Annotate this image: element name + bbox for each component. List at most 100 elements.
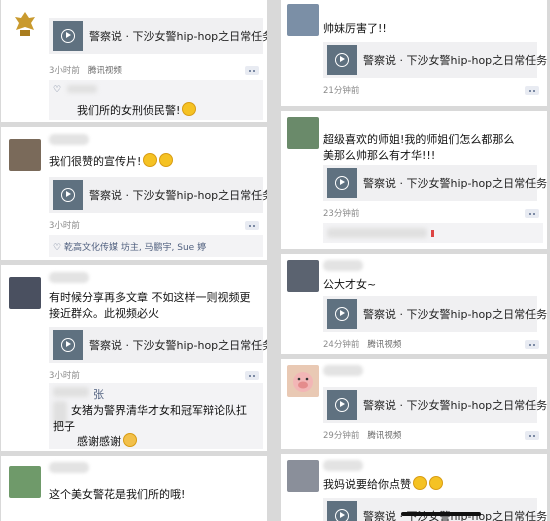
play-icon — [61, 29, 75, 43]
post-text-line: 美那么帅那么有才华!!! — [323, 149, 436, 162]
grin-emoji-icon — [143, 153, 158, 167]
grin-emoji-icon — [182, 102, 197, 116]
video-thumbnail — [327, 390, 357, 420]
post-time: 21分钟前 — [323, 86, 360, 96]
post-time: 24分钟前 — [323, 340, 360, 350]
video-link-card[interactable]: 警察说 · 下沙女警hip-hop之日常任务 — [323, 387, 547, 423]
video-thumbnail — [327, 168, 357, 198]
reply-name: 张 — [93, 388, 104, 401]
avatar[interactable] — [287, 117, 319, 149]
likes-row: ♡ — [53, 85, 61, 95]
avatar[interactable] — [9, 277, 41, 309]
golden-statue-icon — [15, 12, 35, 36]
grin-emoji-icon — [159, 153, 174, 167]
avatar[interactable] — [9, 8, 41, 40]
post-time: 3小时前 — [49, 221, 80, 231]
comment-area: ♡ 我们所的女刑侦民警! — [49, 80, 263, 120]
video-link-card[interactable]: 警察说 · 下沙女警hip-hop之日常任务 — [323, 296, 547, 332]
post-time: 23分钟前 — [323, 209, 360, 219]
avatar[interactable] — [9, 139, 41, 171]
post-source[interactable]: 腾讯视频 — [367, 340, 401, 350]
post-text-line: 超级喜欢的师姐!我的师姐们怎么都那么 — [323, 133, 515, 146]
blurred-username — [323, 460, 363, 471]
post-text: 公大才女~ — [323, 278, 377, 291]
moment-post: 公大才女~ 警察说 · 下沙女警hip-hop之日常任务 24分钟前 腾讯视频 — [281, 254, 547, 354]
post-text: 我们很赞的宣传片! — [49, 153, 174, 170]
moment-post: 帅妹厉害了!! 警察说 · 下沙女警hip-hop之日常任务 21分钟前 — [281, 0, 547, 106]
play-icon — [335, 398, 349, 412]
video-link-title: 警察说 · 下沙女警hip-hop之日常任务 — [363, 54, 547, 67]
video-thumbnail — [327, 501, 357, 521]
avatar[interactable] — [287, 460, 319, 492]
blurred-username — [49, 134, 89, 145]
video-link-title: 警察说 · 下沙女警hip-hop之日常任务 — [363, 308, 547, 321]
blurred-name — [67, 85, 97, 93]
post-time: 29分钟前 — [323, 431, 360, 441]
post-meta: 23分钟前 — [323, 207, 359, 219]
avatar[interactable] — [287, 365, 319, 397]
moment-post: 我们很赞的宣传片! 警察说 · 下沙女警hip-hop之日常任务 3小时前 ♡ … — [1, 127, 267, 260]
comment-menu-button[interactable] — [525, 209, 539, 218]
video-thumbnail — [53, 21, 83, 51]
comment-text: 把子 — [53, 420, 75, 433]
moment-post: 警察说 · 下沙女警hip-hop之日常任务 3小时前 腾讯视频 ♡ 我们所的女刑… — [1, 0, 267, 122]
video-thumbnail — [53, 180, 83, 210]
comment-menu-button[interactable] — [525, 340, 539, 349]
post-meta: 21分钟前 — [323, 84, 359, 96]
video-link-card[interactable]: 警察说 · 下沙女警hip-hop之日常任务 — [49, 327, 267, 363]
post-meta: 29分钟前 腾讯视频 — [323, 429, 401, 441]
play-icon — [335, 509, 349, 521]
video-link-title: 警察说 · 下沙女警hip-hop之日常任务 — [89, 339, 267, 352]
post-source[interactable]: 腾讯视频 — [88, 66, 122, 76]
post-meta: 3小时前 — [49, 219, 80, 231]
post-text: 这个美女警花是我们所的哦! — [49, 488, 186, 501]
thumbs-up-emoji-icon — [429, 476, 443, 490]
video-link-card[interactable]: 警察说 · 下沙女警hip-hop之日常任务 — [323, 498, 547, 521]
play-icon — [61, 338, 75, 352]
post-meta: 24分钟前 腾讯视频 — [323, 338, 401, 350]
play-icon — [335, 53, 349, 67]
moment-post: 这个美女警花是我们所的哦! — [1, 456, 267, 521]
comment-text: 我们所的女刑侦民警! — [77, 102, 197, 118]
comment-menu-button[interactable] — [525, 431, 539, 440]
blurred-username — [49, 272, 89, 283]
post-source[interactable]: 腾讯视频 — [367, 431, 401, 441]
moment-post: 有时候分享再多文章 不如这样一则视频更 接近群众。此视频必火 警察说 · 下沙女… — [1, 265, 267, 451]
post-text-line: 有时候分享再多文章 不如这样一则视频更 — [49, 291, 251, 304]
post-meta: 3小时前 — [49, 369, 80, 381]
blurred-username — [49, 462, 89, 473]
video-link-card[interactable]: 警察说 · 下沙女警hip-hop之日常任务 — [323, 42, 547, 78]
avatar[interactable] — [287, 260, 319, 292]
post-text: 帅妹厉害了!! — [323, 22, 387, 35]
pray-emoji-icon — [123, 433, 137, 447]
comment-menu-button[interactable] — [245, 371, 259, 380]
post-time: 3小时前 — [49, 66, 80, 76]
comment-area — [323, 223, 543, 243]
comment-menu-button[interactable] — [525, 86, 539, 95]
blurred-username — [323, 260, 363, 271]
blurred-name — [53, 387, 89, 397]
video-thumbnail — [327, 45, 357, 75]
heart-icon: ♡ — [53, 243, 62, 253]
video-link-card[interactable]: 警察说 · 下沙女警hip-hop之日常任务 — [323, 165, 547, 201]
comment-menu-button[interactable] — [245, 66, 259, 75]
play-icon — [61, 188, 75, 202]
home-indicator — [401, 512, 481, 516]
comment-area: 张 女猪为警界清华才女和冠军辩论队扛 把子 感谢感谢 — [49, 383, 263, 449]
video-link-title: 警察说 · 下沙女警hip-hop之日常任务 — [363, 399, 547, 412]
post-text: 我妈说要给你点赞 — [323, 476, 443, 493]
blurred-comment — [327, 228, 427, 238]
comment-menu-button[interactable] — [245, 221, 259, 230]
play-icon — [335, 307, 349, 321]
video-link-card[interactable]: 警察说 · 下沙女警hip-hop之日常任务 — [49, 177, 267, 213]
emoji-fragment — [431, 230, 434, 237]
avatar[interactable] — [9, 466, 41, 498]
heart-icon: ♡ — [53, 85, 62, 95]
video-thumbnail — [53, 330, 83, 360]
thumbs-up-emoji-icon — [413, 476, 427, 490]
video-link-card[interactable]: 警察说 · 下沙女警hip-hop之日常任务 — [49, 18, 267, 54]
avatar[interactable] — [287, 4, 319, 36]
moment-post: 警察说 · 下沙女警hip-hop之日常任务 29分钟前 腾讯视频 — [281, 359, 547, 449]
video-link-title: 警察说 · 下沙女警hip-hop之日常任务 — [363, 177, 547, 190]
play-icon — [335, 176, 349, 190]
